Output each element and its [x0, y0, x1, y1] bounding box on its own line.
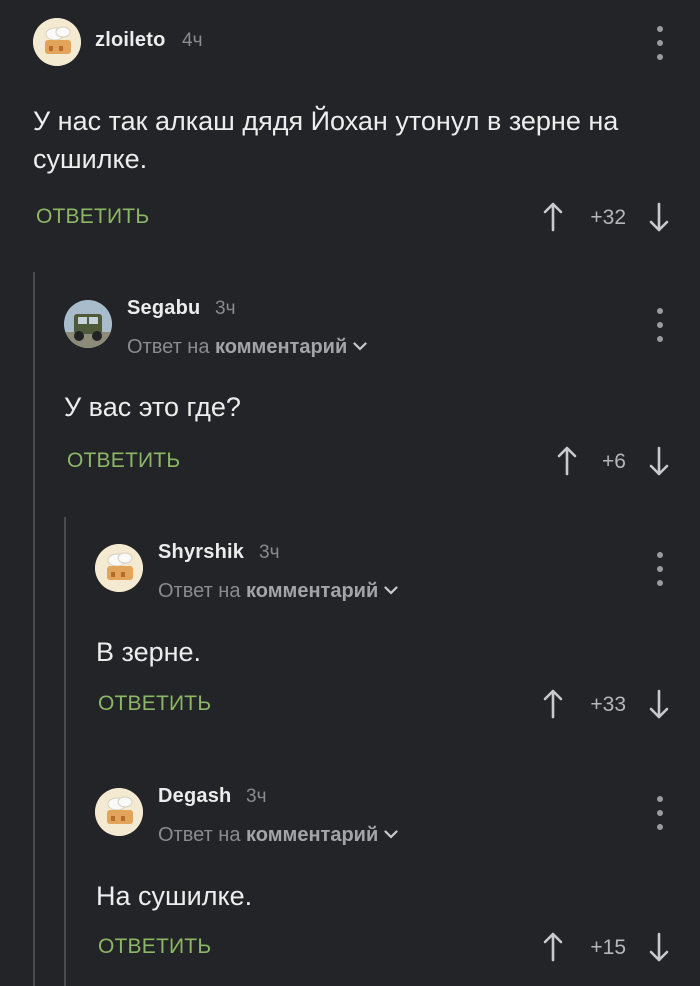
- chevron-down-icon[interactable]: [353, 342, 367, 351]
- comment-text: На сушилке.: [96, 881, 253, 911]
- thread-line-level-2: [64, 517, 66, 986]
- more-options-icon[interactable]: [650, 308, 670, 342]
- reply-to-target[interactable]: комментарий: [215, 336, 347, 358]
- upvote-arrow-icon[interactable]: [542, 689, 564, 719]
- comment-time: 3ч: [246, 786, 267, 807]
- chevron-down-icon[interactable]: [384, 830, 398, 839]
- truck-photo-avatar-icon[interactable]: [64, 300, 112, 348]
- thread-line-level-1: [33, 272, 35, 986]
- reply-to-link[interactable]: Ответ на комментарий: [158, 824, 398, 847]
- upvote-arrow-icon[interactable]: [542, 202, 564, 232]
- comment-time: 3ч: [259, 542, 280, 563]
- comment-score: +15: [590, 936, 626, 959]
- chevron-down-icon[interactable]: [384, 586, 398, 595]
- downvote-arrow-icon[interactable]: [648, 446, 670, 476]
- reply-to-link[interactable]: Ответ на комментарий: [127, 336, 367, 359]
- comment-score: +33: [590, 693, 626, 716]
- comment-username[interactable]: Degash: [158, 785, 231, 808]
- comment-text: В зерне.: [96, 637, 202, 667]
- comment-time: 3ч: [215, 298, 236, 319]
- downvote-arrow-icon[interactable]: [648, 689, 670, 719]
- comment-username[interactable]: Shyrshik: [158, 541, 244, 564]
- reply-to-prefix: Ответ на: [158, 580, 241, 602]
- reply-to-prefix: Ответ на: [127, 336, 210, 358]
- upvote-arrow-icon[interactable]: [542, 932, 564, 962]
- comment-time: 4ч: [182, 30, 203, 51]
- comment-username[interactable]: Segabu: [127, 297, 200, 320]
- comment-score: +6: [602, 450, 626, 473]
- reply-to-target[interactable]: комментарий: [246, 824, 378, 846]
- reply-to-link[interactable]: Ответ на комментарий: [158, 580, 398, 603]
- downvote-arrow-icon[interactable]: [648, 202, 670, 232]
- comments-thread: zloileto 4ч У нас так алкаш дядя Йохан у…: [0, 0, 700, 986]
- chef-hat-avatar-icon[interactable]: [33, 18, 81, 66]
- upvote-arrow-icon[interactable]: [556, 446, 578, 476]
- comment-text: У нас так алкаш дядя Йохан утонул в зерн…: [33, 106, 619, 174]
- chef-hat-avatar-icon[interactable]: [95, 788, 143, 836]
- comment-score: +32: [590, 206, 626, 229]
- more-options-icon[interactable]: [650, 796, 670, 830]
- downvote-arrow-icon[interactable]: [648, 932, 670, 962]
- reply-button[interactable]: ОТВЕТИТЬ: [67, 449, 180, 473]
- reply-button[interactable]: ОТВЕТИТЬ: [98, 692, 211, 716]
- reply-to-prefix: Ответ на: [158, 824, 241, 846]
- reply-button[interactable]: ОТВЕТИТЬ: [98, 935, 211, 959]
- chef-hat-avatar-icon[interactable]: [95, 544, 143, 592]
- comment-username[interactable]: zloileto: [95, 29, 166, 52]
- more-options-icon[interactable]: [650, 26, 670, 60]
- comment-text: У вас это где?: [64, 392, 241, 422]
- reply-button[interactable]: ОТВЕТИТЬ: [36, 205, 149, 229]
- reply-to-target[interactable]: комментарий: [246, 580, 378, 602]
- more-options-icon[interactable]: [650, 552, 670, 586]
